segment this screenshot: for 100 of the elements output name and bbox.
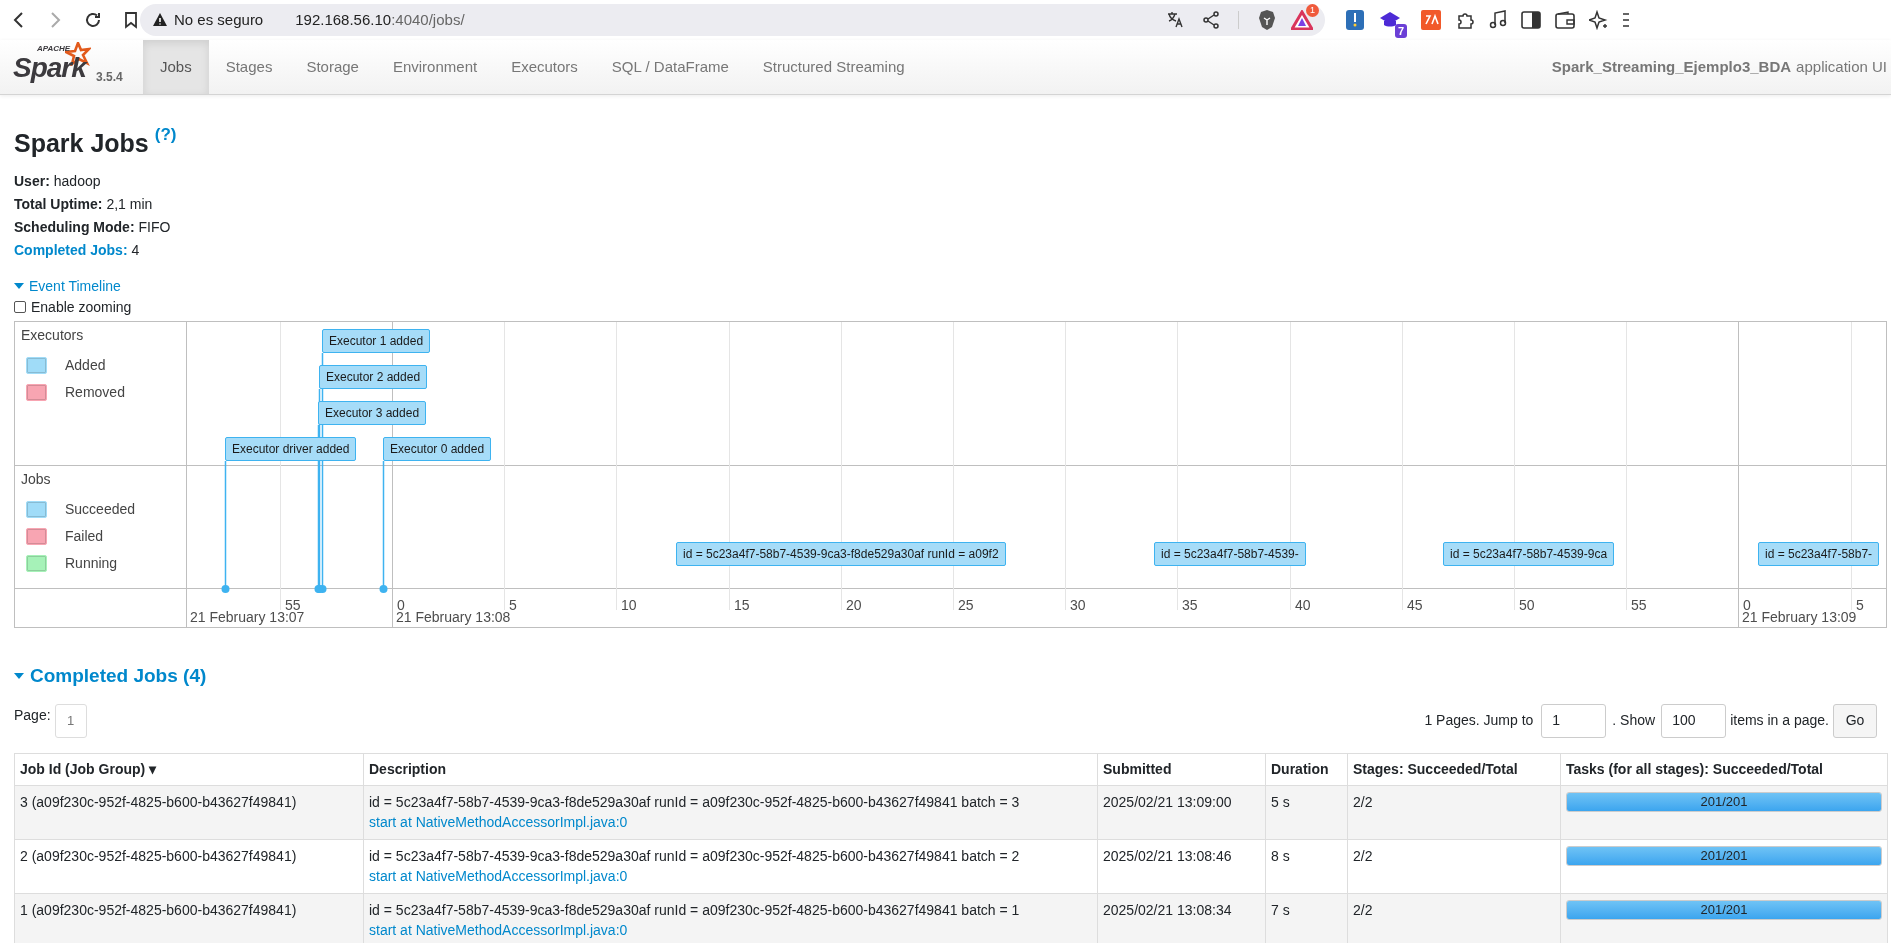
sparkle-icon[interactable] (1589, 10, 1609, 30)
translate-icon[interactable] (1166, 11, 1184, 29)
caret-icon[interactable] (14, 672, 24, 681)
axis-label: 40 (1295, 596, 1311, 615)
page-field[interactable]: 1 (54, 703, 87, 738)
axis-label: 50 (1519, 596, 1535, 615)
job-event[interactable]: id = 5c23a4f7-58b7-4539- (1154, 542, 1306, 566)
address-bar[interactable]: No es seguro 192.168.56.10:4040/jobs/ 1 (140, 4, 1325, 36)
column-header[interactable]: Description (363, 753, 1098, 785)
app-label: application UI (1796, 56, 1887, 77)
axis-label: 5 (1856, 596, 1864, 615)
nav-tab[interactable]: SQL / DataFrame (594, 40, 746, 94)
summary-link[interactable]: Completed Jobs: (14, 239, 128, 262)
group-title: Jobs (21, 470, 52, 489)
description-link[interactable]: start at NativeMethodAccessorImpl.java:0 (369, 921, 628, 938)
table-cell: 2025/02/21 13:08:46 (1097, 839, 1266, 893)
help-link[interactable]: (?) (154, 122, 177, 148)
legend-label: Running (65, 554, 118, 573)
logo-apache: APACHE (37, 45, 71, 53)
back-icon[interactable] (12, 11, 26, 29)
sidebar-icon[interactable] (1521, 11, 1541, 29)
summary-value: FIFO (138, 218, 171, 237)
spark-logo[interactable]: APACHE Spark (13, 42, 95, 84)
executor-event[interactable]: Executor 0 added (383, 437, 492, 461)
nav-tab[interactable]: Structured Streaming (745, 40, 922, 94)
table-cell: 2025/02/21 13:09:00 (1097, 785, 1266, 839)
axis-label: 45 (1407, 596, 1423, 615)
table-cell: 2 (a09f230c-952f-4825-b600-b43627f49841) (14, 839, 364, 893)
axis-label: 25 (958, 596, 974, 615)
table-cell-text: id = 5c23a4f7-58b7-4539-9ca3-f8de529a30af runId = a09f230c-952f-4825-b600-b43627f49841 batch = 1 (369, 900, 1021, 920)
legend-label: Added (65, 356, 106, 375)
legend-label: Removed (65, 383, 125, 402)
url-text: 192.168.56.10:4040/jobs/ (295, 9, 465, 30)
pagination-text: . Show (1612, 711, 1656, 730)
axis-label: 30 (1070, 596, 1086, 615)
progress-text: 201/201 (1699, 792, 1749, 811)
executor-event[interactable]: Executor 2 added (319, 365, 428, 389)
job-event[interactable]: id = 5c23a4f7-58b7- (1758, 542, 1880, 566)
executor-event[interactable]: Executor 3 added (318, 401, 427, 425)
progress-text: 201/201 (1699, 846, 1749, 865)
nav-tab[interactable]: Stages (208, 40, 290, 94)
notification-badge: 1 (1306, 4, 1319, 17)
security-label: No es seguro (174, 9, 264, 30)
version-label: 3.5.4 (96, 69, 123, 86)
reload-icon[interactable] (84, 11, 102, 29)
axis-label: 5 (509, 596, 517, 613)
section-toggle[interactable]: Completed Jobs (4) (14, 662, 207, 691)
column-header[interactable]: Duration (1265, 753, 1348, 785)
bookmark-icon[interactable] (124, 11, 138, 29)
checkbox[interactable] (14, 301, 26, 313)
nav-tab[interactable]: Jobs (143, 40, 209, 94)
axis-label: 15 (734, 596, 750, 615)
jump-field[interactable]: 1 (1541, 703, 1607, 738)
table-cell: 3 (a09f230c-952f-4825-b600-b43627f49841) (14, 785, 364, 839)
summary-value: hadoop (53, 172, 101, 191)
table-cell: 1 (a09f230c-952f-4825-b600-b43627f49841) (14, 893, 364, 943)
table-cell: 5 s (1265, 785, 1348, 839)
column-header[interactable]: Tasks (for all stages): Succeeded/Total (1560, 753, 1888, 785)
nav-tab[interactable]: Storage (289, 40, 376, 94)
description-link[interactable]: start at NativeMethodAccessorImpl.java:0 (369, 813, 628, 830)
summary-label: Total Uptime: (14, 195, 103, 214)
extension-icon[interactable] (1421, 10, 1441, 30)
nav-tab[interactable]: Environment (375, 40, 495, 94)
executor-event[interactable]: Executor 1 added (322, 329, 431, 353)
axis-label: 10 (621, 596, 637, 615)
checkbox-label: Enable zooming (31, 297, 132, 317)
caret-icon[interactable] (14, 282, 24, 290)
pagination-text: items in a page. (1730, 711, 1829, 730)
nav-tab[interactable]: Executors (494, 40, 595, 94)
menu-icon[interactable] (1623, 11, 1629, 29)
wallet-icon[interactable] (1555, 11, 1575, 29)
column-header[interactable]: Stages: Succeeded/Total (1347, 753, 1561, 785)
table-cell-text: id = 5c23a4f7-58b7-4539-9ca3-f8de529a30af runId = a09f230c-952f-4825-b600-b43627f49841 batch = 2 (369, 846, 1021, 866)
description-link[interactable]: start at NativeMethodAccessorImpl.java:0 (369, 867, 628, 884)
column-header[interactable]: Job Id (Job Group) ▾ (14, 753, 364, 785)
table-cell: 2/2 (1347, 839, 1561, 893)
app-name: Spark_Streaming_Ejemplo3_BDA (1551, 56, 1792, 77)
executor-event[interactable]: Executor driver added (225, 437, 357, 461)
column-header[interactable]: Submitted (1097, 753, 1266, 785)
music-icon[interactable] (1489, 10, 1507, 30)
show-field[interactable]: 100 (1661, 703, 1727, 738)
share-icon[interactable] (1202, 11, 1220, 29)
summary-label: User: (14, 172, 50, 191)
axis-label: 35 (1182, 596, 1198, 615)
page-title: Spark Jobs (14, 128, 149, 158)
warning-icon[interactable] (152, 12, 168, 28)
job-event[interactable]: id = 5c23a4f7-58b7-4539-9ca3-f8de529a30af runId = a09f2 (676, 542, 1006, 566)
pagination-text: 1 Pages. Jump to (1424, 711, 1534, 730)
table-cell-text: id = 5c23a4f7-58b7-4539-9ca3-f8de529a30af runId = a09f230c-952f-4825-b600-b43627f49841 batch = 3 (369, 792, 1021, 812)
summary-label: Scheduling Mode: (14, 218, 135, 237)
puzzle-icon[interactable] (1455, 10, 1475, 30)
summary-value: 2,1 min (106, 195, 153, 214)
legend-label: Failed (65, 527, 104, 546)
group-title: Executors (21, 326, 85, 345)
go-button[interactable]: Go (1833, 703, 1877, 738)
job-event[interactable]: id = 5c23a4f7-58b7-4539-9ca (1443, 542, 1615, 566)
count-badge: 7 (1394, 24, 1407, 38)
page-label: Page: (14, 706, 51, 725)
timeline-toggle[interactable]: Event Timeline (14, 276, 121, 296)
axis-label: 55 (1631, 596, 1647, 615)
